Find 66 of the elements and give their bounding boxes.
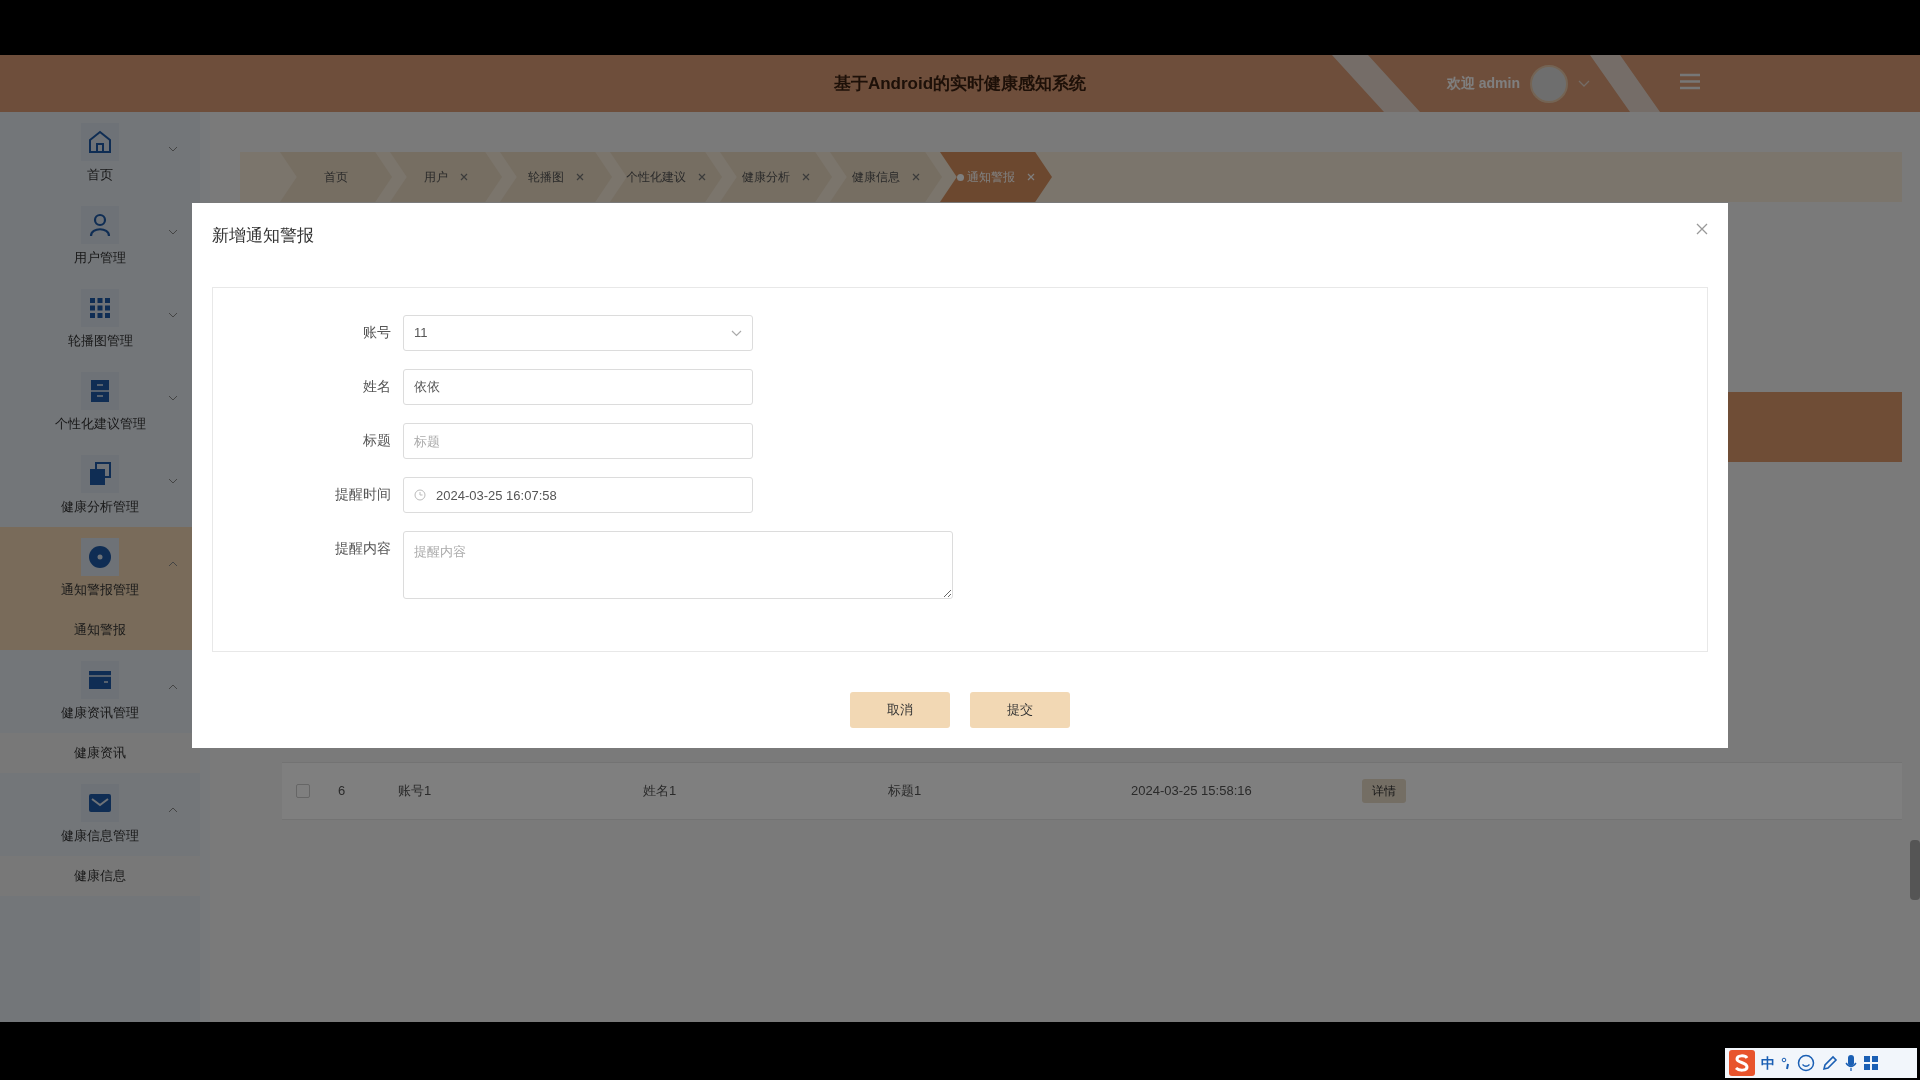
chevron-down-icon[interactable] <box>168 146 178 152</box>
app-title: 基于Android的实时健康感知系统 <box>833 72 1087 95</box>
chevron-down-icon[interactable] <box>168 395 178 401</box>
chevron-down-icon[interactable] <box>168 312 178 318</box>
field-label: 账号 <box>362 323 392 342</box>
table-cell-text: 账号1 <box>397 782 433 801</box>
dialog-title: 新增通知警报 <box>212 225 314 247</box>
input-field[interactable]: 标题 <box>403 423 753 459</box>
ime-mode-toggle[interactable]: 中 <box>1761 1052 1775 1074</box>
submenu-item[interactable]: 健康信息 <box>0 856 200 896</box>
sidebar-item[interactable]: 用户管理 <box>0 195 200 278</box>
clock-icon <box>414 489 426 501</box>
detail-button[interactable]: 详情 <box>1362 779 1406 803</box>
textarea-field[interactable]: 提醒内容 <box>403 531 953 599</box>
sidebar-item[interactable]: 健康信息管理 <box>0 773 200 856</box>
chevron-up-icon[interactable] <box>168 684 178 690</box>
field-label: 提醒内容 <box>334 539 392 558</box>
row-checkbox[interactable] <box>296 784 310 798</box>
tab[interactable]: 轮播图 <box>500 152 612 202</box>
table-cell-text: 姓名1 <box>642 782 678 801</box>
table-cell-text: 6 <box>337 782 347 801</box>
pen-icon[interactable] <box>1821 1054 1839 1072</box>
punctuation-icon[interactable] <box>1781 1056 1791 1070</box>
field-label: 标题 <box>362 431 392 450</box>
greeting-text: 欢迎 admin <box>1446 74 1520 93</box>
caret-icon[interactable] <box>731 329 742 337</box>
close-icon[interactable] <box>1696 223 1708 235</box>
input-field[interactable]: 依依 <box>403 369 753 405</box>
date-time-field[interactable]: 2024-03-25 16:07:58 <box>403 477 753 513</box>
dot-icon <box>957 174 964 181</box>
tab[interactable]: 首页 <box>280 152 392 202</box>
menu-icon[interactable] <box>1680 73 1700 90</box>
chevron-down-icon[interactable] <box>168 478 178 484</box>
sidebar-item[interactable]: 首页 <box>0 112 200 195</box>
field-label: 姓名 <box>362 377 392 396</box>
close-icon[interactable] <box>912 173 920 181</box>
submit-button[interactable]: 提交 <box>970 692 1070 728</box>
caret-icon[interactable] <box>1578 79 1590 88</box>
chevron-down-icon[interactable] <box>168 229 178 235</box>
select-field[interactable]: 11 <box>403 315 753 351</box>
tab[interactable]: 通知警报 <box>940 152 1052 202</box>
sidebar-item[interactable]: 轮播图管理 <box>0 278 200 361</box>
grid-icon[interactable] <box>1863 1055 1879 1071</box>
microphone-icon[interactable] <box>1845 1054 1857 1072</box>
sidebar-item[interactable]: 健康资讯管理 <box>0 650 200 733</box>
tab[interactable]: 健康分析 <box>720 152 832 202</box>
table-cell-text: 标题1 <box>887 782 923 801</box>
avatar[interactable] <box>1530 64 1568 103</box>
submenu-item[interactable]: 健康资讯 <box>0 733 200 773</box>
close-icon[interactable] <box>576 173 584 181</box>
close-icon[interactable] <box>460 173 468 181</box>
table-cell-text: 2024-03-25 15:58:16 <box>1130 782 1253 801</box>
chevron-up-icon[interactable] <box>168 561 178 567</box>
sidebar-item[interactable]: 个性化建议管理 <box>0 361 200 444</box>
tab[interactable]: 个性化建议 <box>610 152 722 202</box>
sidebar-item[interactable]: 健康分析管理 <box>0 444 200 527</box>
scrollbar-thumb[interactable] <box>1910 840 1920 900</box>
tab[interactable]: 用户 <box>390 152 502 202</box>
tab[interactable]: 健康信息 <box>830 152 942 202</box>
cancel-button[interactable]: 取消 <box>850 692 950 728</box>
chevron-up-icon[interactable] <box>168 807 178 813</box>
close-icon[interactable] <box>802 173 810 181</box>
field-label: 提醒时间 <box>334 485 392 504</box>
close-icon[interactable] <box>698 173 706 181</box>
smiley-icon[interactable] <box>1797 1054 1815 1072</box>
ime-logo-icon[interactable] <box>1729 1050 1755 1076</box>
